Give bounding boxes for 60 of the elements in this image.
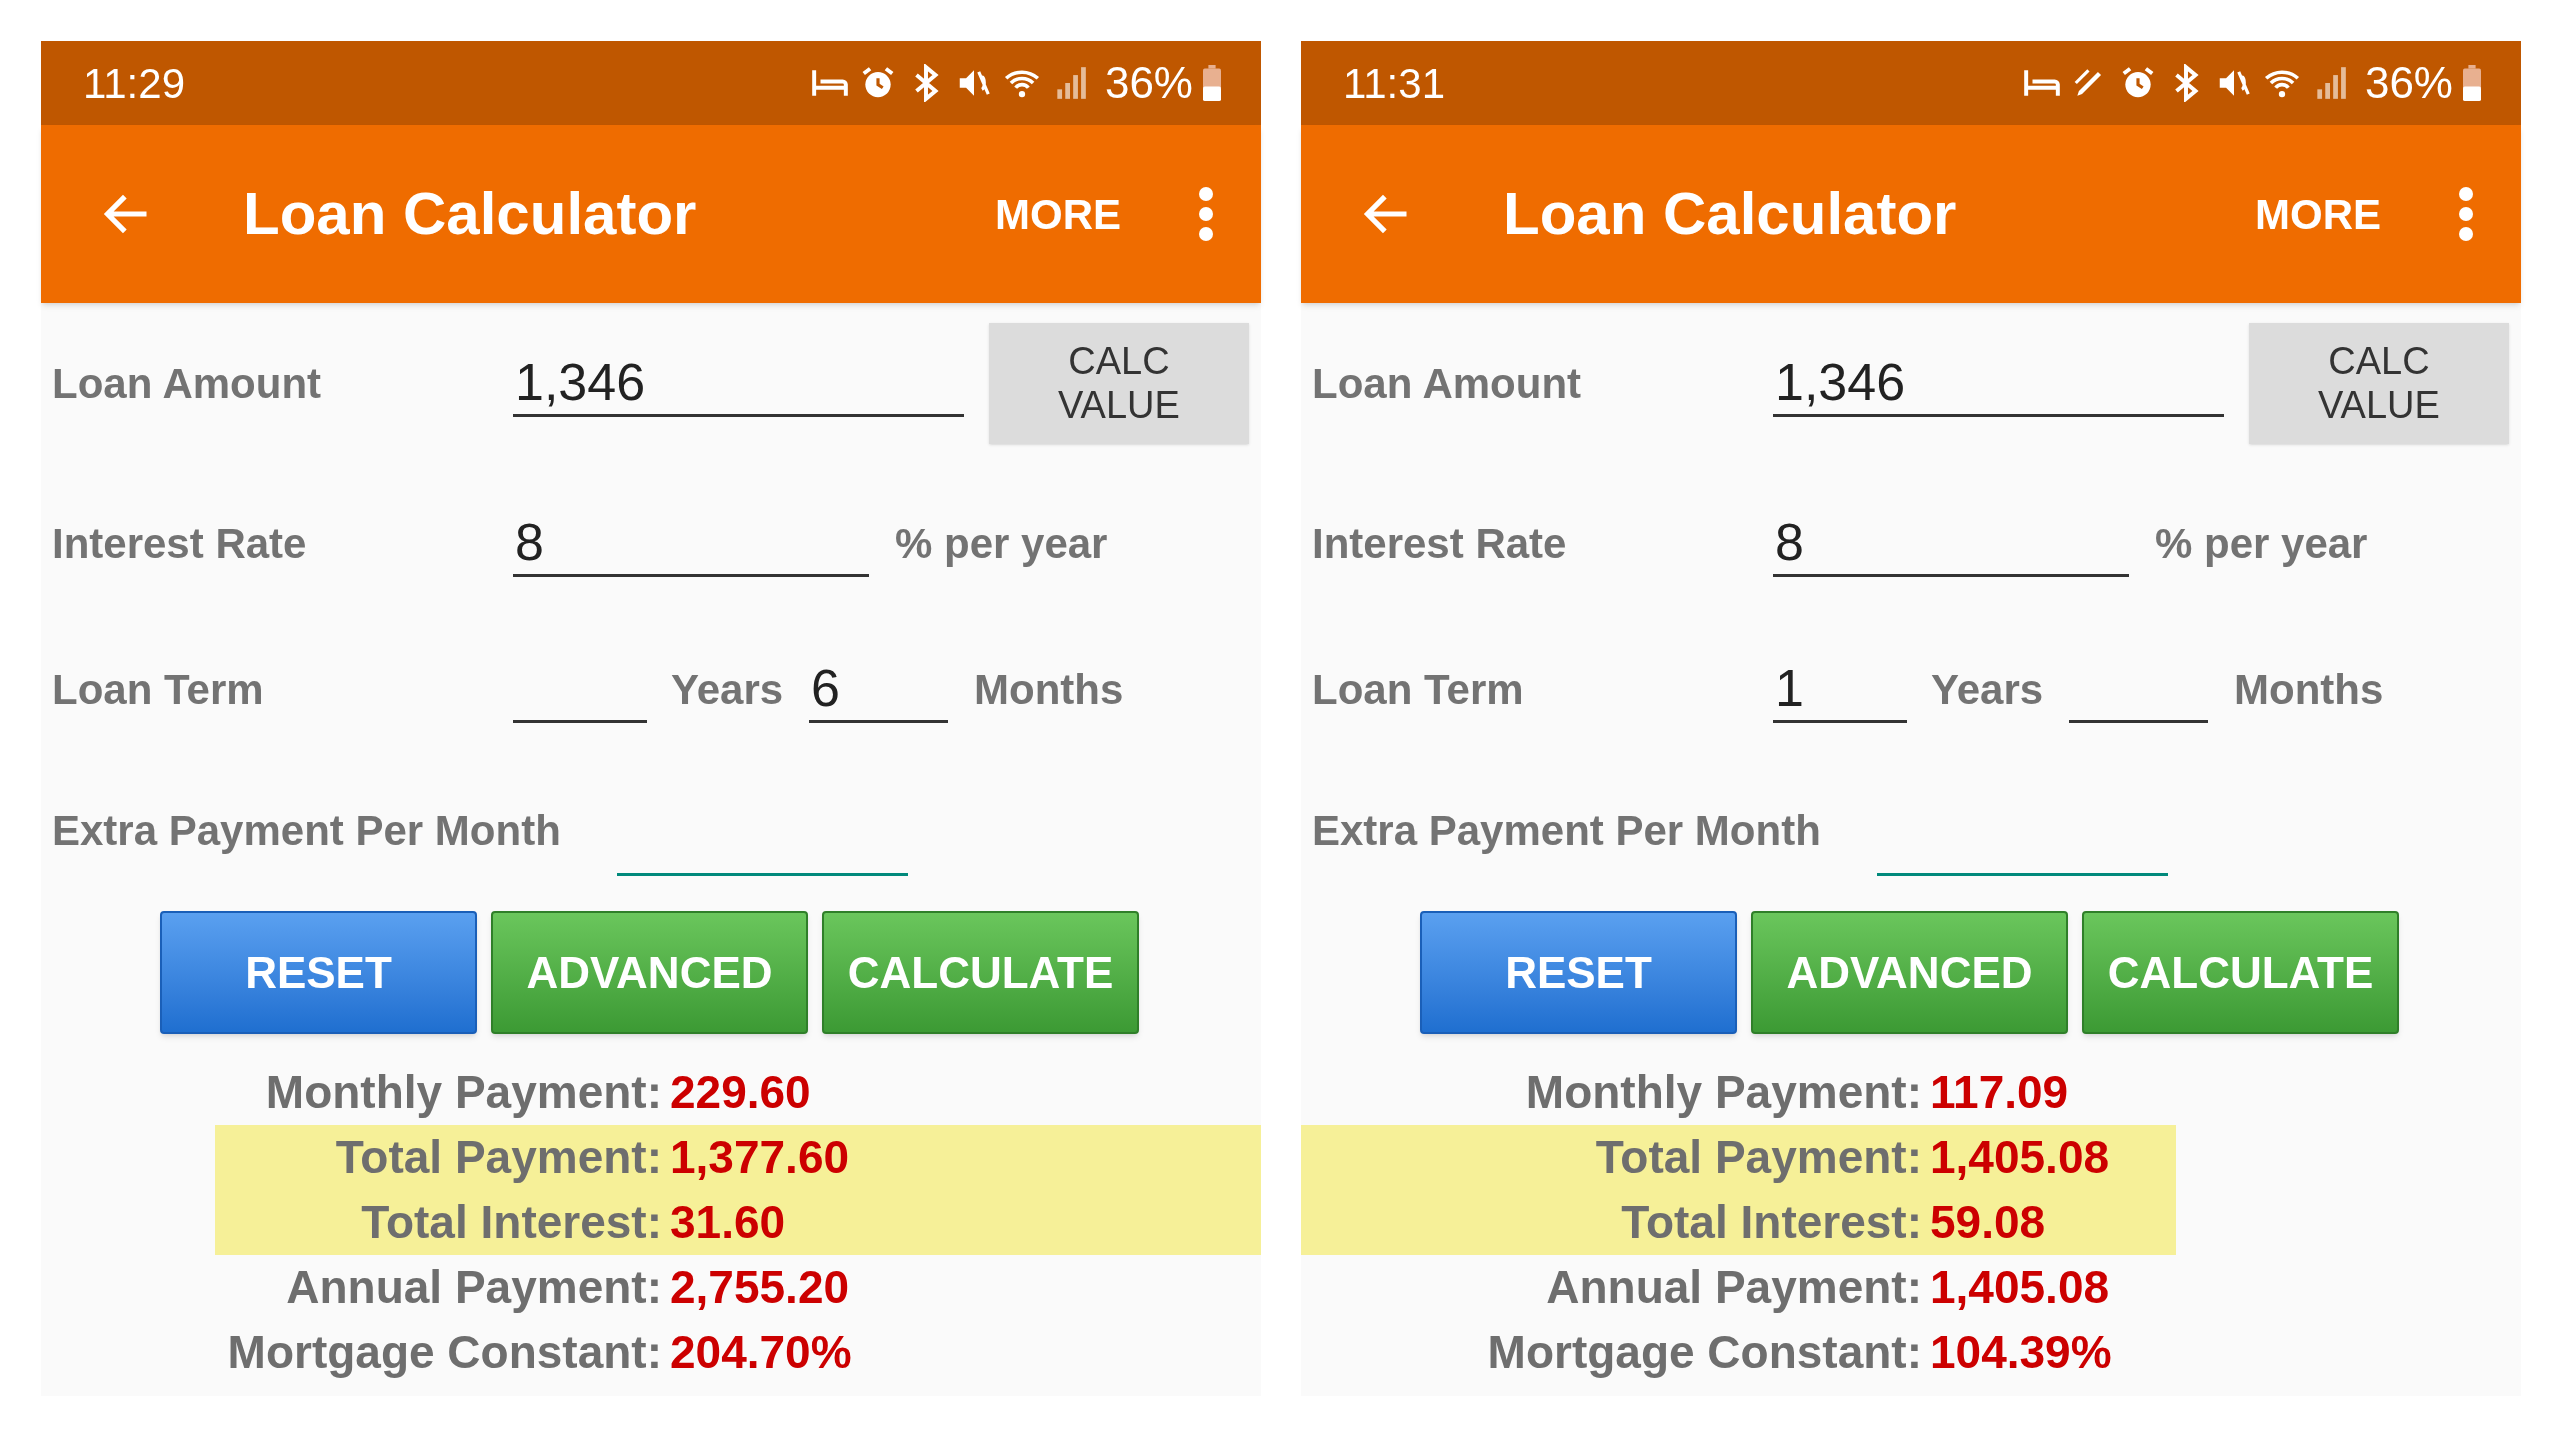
input-field[interactable]: 1,346	[1773, 349, 2224, 417]
result-label: Annual Payment:	[285, 1260, 662, 1315]
result-label: Total Interest:	[360, 1195, 662, 1250]
result-label: Mortgage Constant:	[1486, 1325, 1922, 1380]
result-value: 1,377.60	[670, 1130, 850, 1185]
more-vertical-icon	[1198, 186, 1214, 242]
field-value: 1,346	[514, 356, 646, 413]
field-label: Loan Term	[52, 664, 265, 715]
field-value: 8	[514, 516, 544, 573]
field-label: Interest Rate	[52, 518, 308, 569]
battery-percent: 36%	[1104, 57, 1193, 109]
field-label: Loan Amount	[52, 358, 323, 409]
result-value: 229.60	[670, 1065, 811, 1120]
calc-value-button[interactable]: CALC VALUE	[989, 322, 1249, 444]
result-value: 204.70%	[670, 1325, 852, 1380]
result-value: 1,405.08	[1930, 1260, 2110, 1315]
unit-label: Months	[2234, 664, 2384, 715]
result-label: Total Payment:	[1594, 1130, 1922, 1185]
unit-label: Years	[671, 664, 785, 715]
result-label: Total Payment:	[334, 1130, 662, 1185]
more-vertical-icon	[2458, 186, 2474, 242]
input-field[interactable]: 1	[1773, 655, 1907, 723]
field-value: 1	[1774, 662, 1804, 719]
result-label: Mortgage Constant:	[226, 1325, 662, 1380]
battery-percent: 36%	[2364, 57, 2453, 109]
result-value: 104.39%	[1930, 1325, 2112, 1380]
result-label: Monthly Payment:	[1524, 1065, 1922, 1120]
result-label: Monthly Payment:	[264, 1065, 662, 1120]
field-label: Loan Term	[1312, 664, 1525, 715]
calc-value-button[interactable]: CALC VALUE	[2249, 322, 2509, 444]
field-label: Interest Rate	[1312, 518, 1568, 569]
field-value: 8	[1774, 516, 1804, 573]
field-value: 6	[810, 662, 840, 719]
result-label: Annual Payment:	[1545, 1260, 1922, 1315]
action-button[interactable]: RESET	[1420, 911, 1737, 1034]
battery-icon	[1203, 65, 1221, 101]
battery-icon	[2463, 65, 2481, 101]
status-time: 11:29	[83, 58, 185, 109]
result-value: 1,405.08	[1930, 1130, 2110, 1185]
result-value: 2,755.20	[670, 1260, 850, 1315]
field-value: 1,346	[1774, 356, 1906, 413]
field-label: Extra Payment Per Month	[52, 805, 562, 856]
result-value: 31.60	[670, 1195, 786, 1250]
input-field[interactable]: 6	[809, 655, 948, 723]
result-value: 59.08	[1930, 1195, 2046, 1250]
field-label: Loan Amount	[1312, 358, 1583, 409]
app-title: Loan Calculator	[1503, 179, 1957, 249]
unit-label: % per year	[2155, 518, 2368, 569]
status-time: 11:31	[1343, 58, 1445, 109]
input-field[interactable]: 1,346	[513, 349, 964, 417]
input-field[interactable]: 8	[513, 509, 869, 577]
field-label: Extra Payment Per Month	[1312, 805, 1822, 856]
result-value: 117.09	[1930, 1065, 2069, 1120]
unit-label: Years	[1931, 664, 2045, 715]
input-field[interactable]: 8	[1773, 509, 2129, 577]
action-button[interactable]: RESET	[160, 911, 477, 1034]
app-title: Loan Calculator	[243, 179, 697, 249]
result-label: Total Interest:	[1620, 1195, 1922, 1250]
unit-label: Months	[974, 664, 1124, 715]
unit-label: % per year	[895, 518, 1108, 569]
